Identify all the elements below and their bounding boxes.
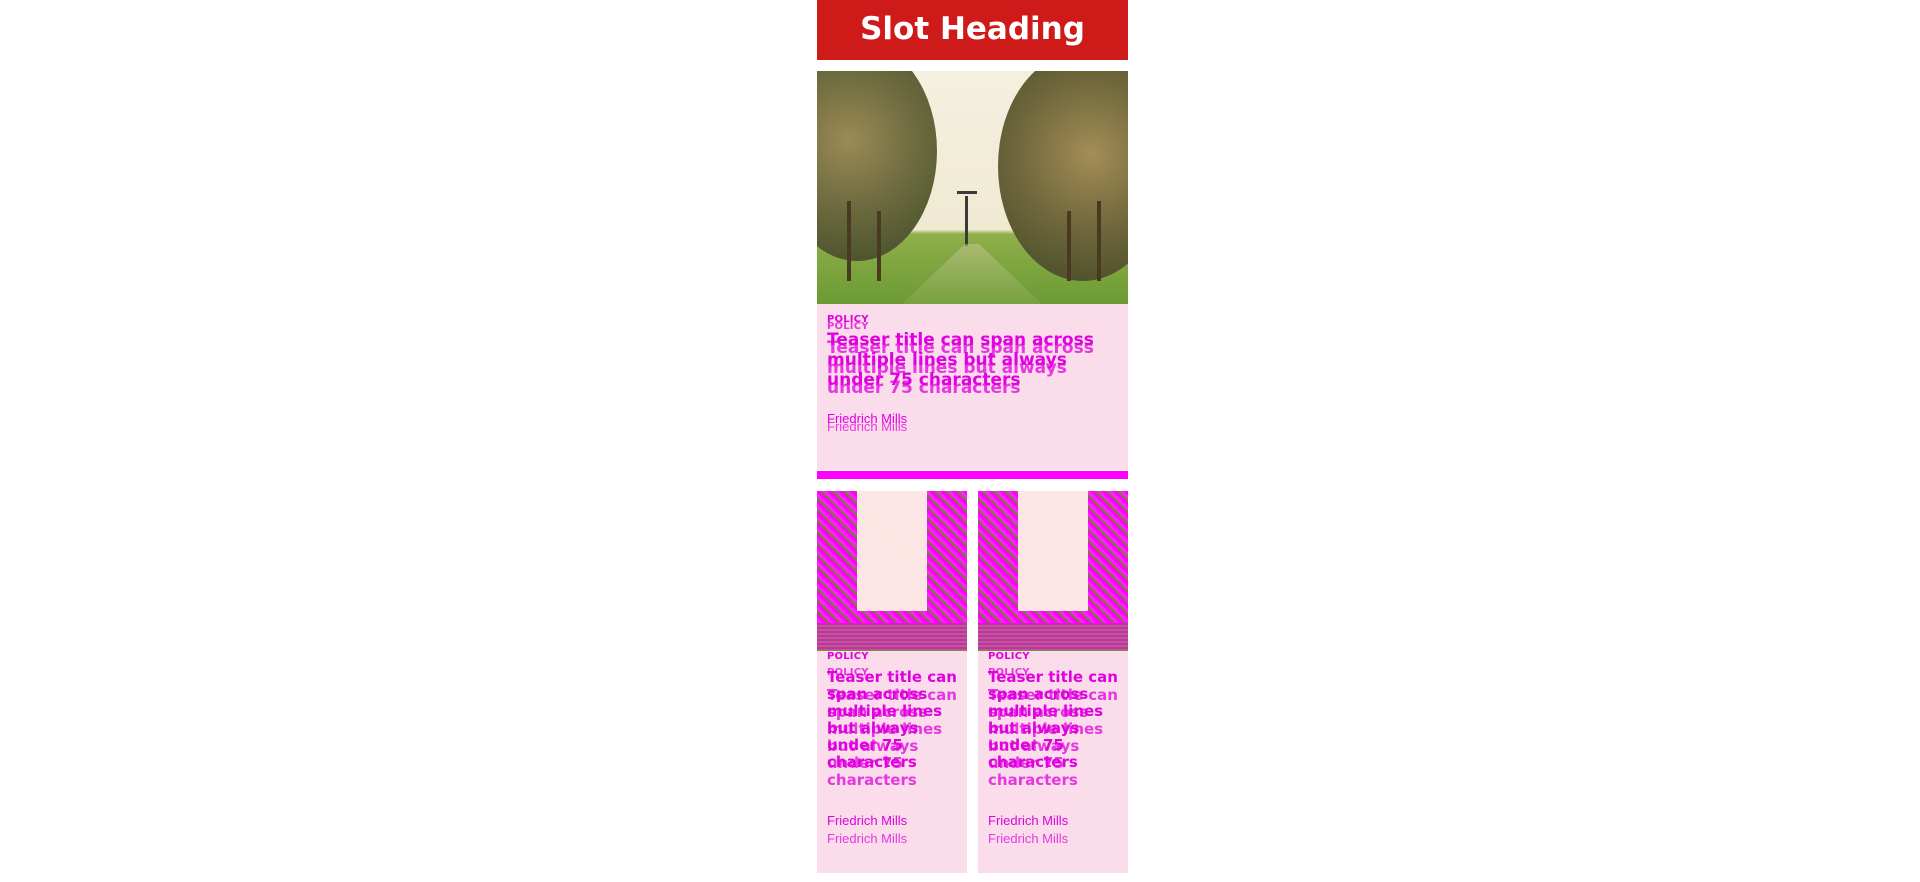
teaser-title-duplicate: Teaser title can span across multiple li…: [988, 686, 1118, 789]
lawn-path: [902, 244, 1042, 304]
tree-trunk: [1067, 211, 1071, 281]
image-sky: [1018, 491, 1088, 611]
teaser-image-2[interactable]: [978, 491, 1128, 651]
image-ground: [978, 623, 1128, 651]
tree-trunk: [877, 211, 881, 281]
hero-title-duplicate: Teaser title can span across multiple li…: [827, 338, 1094, 398]
lamp-post: [965, 196, 968, 246]
teaser-author[interactable]: Friedrich Mills: [827, 813, 907, 828]
teaser-tag[interactable]: POLICY: [827, 651, 869, 662]
teaser-author-duplicate: Friedrich Mills: [827, 831, 908, 846]
hero-teaser-card[interactable]: POLICY POLICY Teaser title can span acro…: [817, 304, 1128, 470]
image-ground: [817, 623, 967, 651]
teaser-card-2[interactable]: POLICY POLICY Teaser title can span acro…: [978, 491, 1128, 873]
teaser-title-duplicate: Teaser title can span across multiple li…: [827, 686, 957, 789]
image-sky: [857, 491, 927, 611]
slot-heading: Slot Heading: [817, 0, 1128, 60]
hero-author-duplicate: Friedrich Mills: [827, 419, 908, 434]
hero-teaser-image[interactable]: [817, 71, 1128, 304]
teaser-card-1[interactable]: POLICY POLICY Teaser title can span acro…: [817, 491, 967, 873]
tree-trunk: [847, 201, 851, 281]
teaser-tag[interactable]: POLICY: [988, 651, 1030, 662]
teaser-author[interactable]: Friedrich Mills: [988, 813, 1068, 828]
tree-trunk: [1097, 201, 1101, 281]
slot-column: Slot Heading POLICY POLICY Teaser title …: [817, 0, 1128, 882]
teaser-image-1[interactable]: [817, 491, 967, 651]
palm-trees-right: [998, 71, 1128, 281]
teaser-author-duplicate: Friedrich Mills: [988, 831, 1069, 846]
accent-divider: [817, 471, 1128, 479]
